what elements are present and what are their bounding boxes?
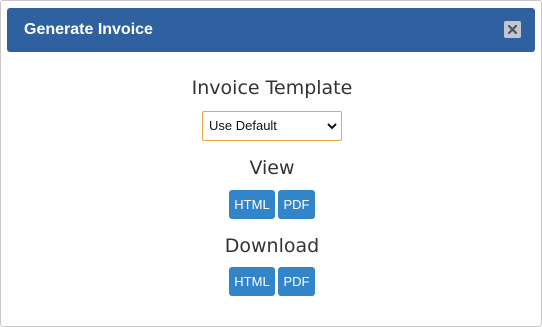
close-button[interactable] — [504, 21, 521, 38]
invoice-template-heading: Invoice Template — [191, 77, 353, 99]
dialog-titlebar: Generate Invoice — [7, 8, 535, 52]
view-pdf-button[interactable]: PDF — [278, 190, 315, 219]
generate-invoice-dialog: Generate Invoice Invoice Template Use De… — [0, 0, 542, 327]
dialog-title: Generate Invoice — [24, 21, 153, 38]
download-heading: Download — [224, 235, 320, 257]
download-pdf-button[interactable]: PDF — [278, 267, 315, 296]
view-heading: View — [249, 157, 295, 179]
view-html-button[interactable]: HTML — [229, 190, 275, 219]
chevron-down-icon — [327, 123, 337, 130]
download-html-button[interactable]: HTML — [229, 267, 275, 296]
invoice-template-selected-value: Use Default — [209, 118, 277, 133]
close-x-icon — [508, 25, 517, 34]
invoice-template-select[interactable]: Use Default — [202, 111, 342, 141]
